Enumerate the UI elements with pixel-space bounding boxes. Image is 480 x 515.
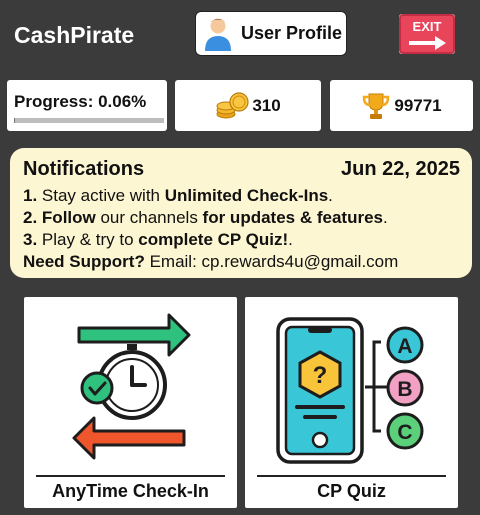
notifications-date: Jun 22, 2025: [341, 158, 460, 180]
notification-item-3: 3. Play & try to complete CP Quiz!.: [23, 230, 293, 249]
cp-quiz-tile[interactable]: ? A B C CP Quiz: [245, 297, 458, 508]
progress-card: Progress: 0.06%: [7, 80, 167, 131]
trophy-value: 99771: [394, 95, 442, 115]
cp-quiz-label: CP Quiz: [317, 481, 386, 501]
app-title: CashPirate: [14, 22, 135, 48]
support-line: Need Support? Email: cp.rewards4u@gmail.…: [23, 252, 399, 271]
notification-item-1: 1. Stay active with Unlimited Check-Ins.: [23, 186, 333, 205]
svg-text:A: A: [397, 335, 412, 358]
progress-bar: [14, 118, 164, 123]
progress-bar-fill: [14, 118, 15, 123]
coins-value: 310: [252, 95, 281, 115]
notification-item-2: 2. Follow our channels for updates & fea…: [23, 208, 388, 227]
top-bar: CashPirate User Profile EXIT: [0, 0, 480, 70]
progress-label: Progress: 0.06%: [14, 92, 147, 111]
user-profile-label: User Profile: [241, 23, 343, 43]
svg-text:B: B: [397, 378, 412, 401]
coins-card: 310: [175, 80, 321, 131]
anytime-checkin-tile[interactable]: AnyTime Check-In: [24, 297, 237, 508]
trophy-icon: [363, 93, 390, 119]
exit-icon: EXIT: [399, 14, 455, 54]
svg-text:?: ?: [313, 362, 328, 389]
gold-coins-icon: [216, 91, 249, 118]
user-profile-button[interactable]: User Profile: [195, 11, 347, 56]
anytime-checkin-label: AnyTime Check-In: [52, 481, 209, 501]
clock-exchange-icon: [72, 313, 191, 460]
trophy-card: 99771: [330, 80, 473, 131]
exit-button[interactable]: EXIT: [399, 14, 455, 54]
svg-text:C: C: [397, 421, 412, 444]
phone-quiz-icon: ? A B C: [276, 317, 424, 464]
notifications-title: Notifications: [23, 158, 145, 180]
user-avatar-icon: [205, 18, 231, 51]
exit-text: EXIT: [413, 19, 442, 34]
notifications-panel: Notifications Jun 22, 2025 1. Stay activ…: [10, 148, 472, 278]
